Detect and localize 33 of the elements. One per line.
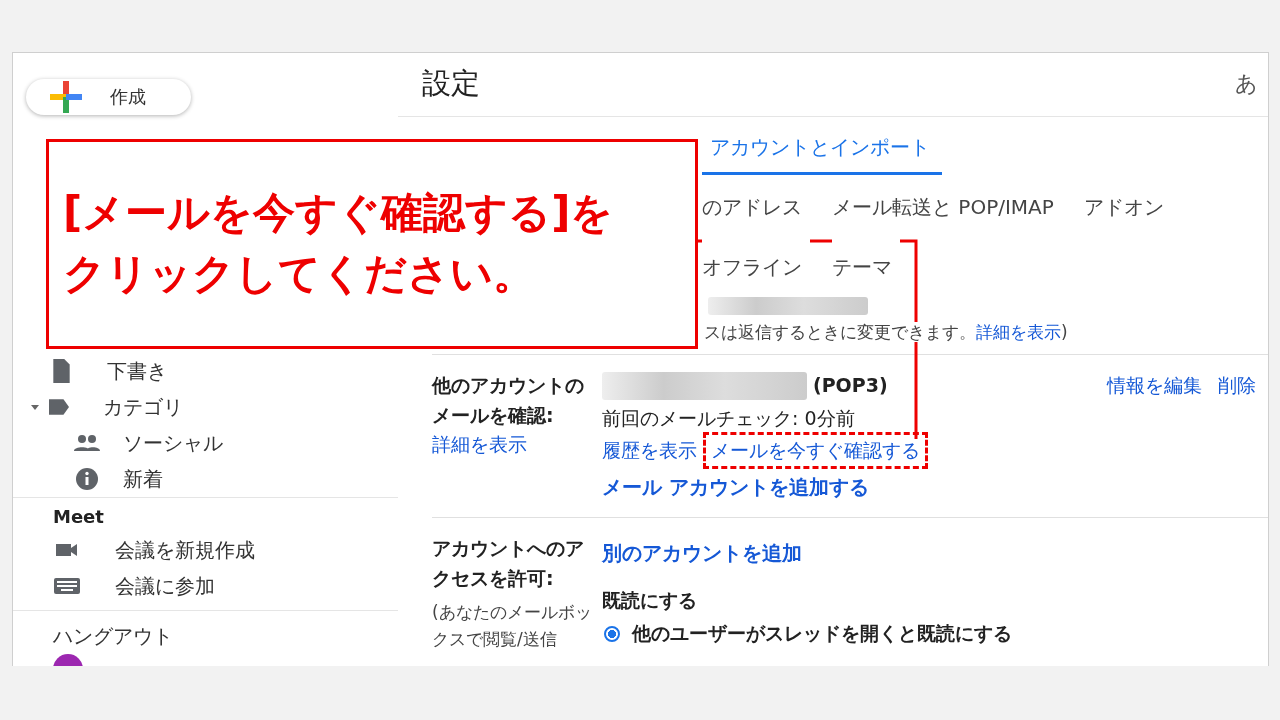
hangouts-heading: ハングアウト bbox=[53, 623, 174, 650]
compose-button[interactable]: 作成 bbox=[26, 79, 191, 115]
note-text: スは返信するときに変更できます。詳細を表示) bbox=[704, 321, 1068, 342]
label-icon bbox=[49, 399, 69, 415]
add-account-link[interactable]: 別のアカウントを追加 bbox=[602, 538, 802, 570]
info-icon bbox=[73, 467, 101, 491]
delete-link[interactable]: 削除 bbox=[1218, 371, 1256, 401]
plus-icon bbox=[48, 79, 84, 115]
section-label: アカウントへのアクセスを許可: bbox=[432, 536, 585, 591]
mark-read-heading: 既読にする bbox=[602, 588, 697, 614]
add-mail-account-link[interactable]: メール アカウントを追加する bbox=[602, 472, 869, 504]
sidebar-item[interactable]: 新着 bbox=[13, 461, 398, 497]
details-link[interactable]: 詳細を表示 bbox=[432, 433, 527, 455]
meet-item[interactable]: 会議を新規作成 bbox=[13, 532, 398, 568]
radio-button[interactable] bbox=[604, 625, 620, 642]
details-link[interactable]: 詳細を表示 bbox=[976, 321, 1061, 342]
hint-text: (あなたのメールボックスで閲覧/送信 bbox=[432, 601, 593, 651]
radio-option[interactable]: 他のユーザーがスレッドを開くと既読にする bbox=[602, 618, 1268, 649]
callout-text: [メールを今すぐ確認する]をクリックしてください。 bbox=[63, 187, 615, 300]
input-tool-button[interactable]: あ bbox=[1235, 69, 1258, 100]
draft-icon bbox=[53, 359, 70, 383]
meet-heading: Meet bbox=[52, 506, 105, 529]
edit-info-link[interactable]: 情報を編集 bbox=[1107, 371, 1202, 401]
check-now-link[interactable]: メールを今すぐ確認する bbox=[711, 439, 920, 461]
section-label: 他のアカウントのメールを確認: bbox=[432, 373, 585, 428]
last-check-text: 前回のメールチェック: 0分前 bbox=[602, 405, 855, 431]
protocol-text: (POP3) bbox=[813, 373, 888, 399]
history-link[interactable]: 履歴を表示 bbox=[602, 436, 697, 466]
sidebar-item[interactable]: カテゴリ bbox=[13, 389, 398, 425]
sidebar-item[interactable]: 下書き bbox=[13, 353, 398, 389]
page-title: 設定 bbox=[422, 65, 480, 103]
meet-item[interactable]: 会議に参加 bbox=[13, 568, 398, 604]
sidebar-item[interactable]: ソーシャル bbox=[13, 425, 398, 461]
